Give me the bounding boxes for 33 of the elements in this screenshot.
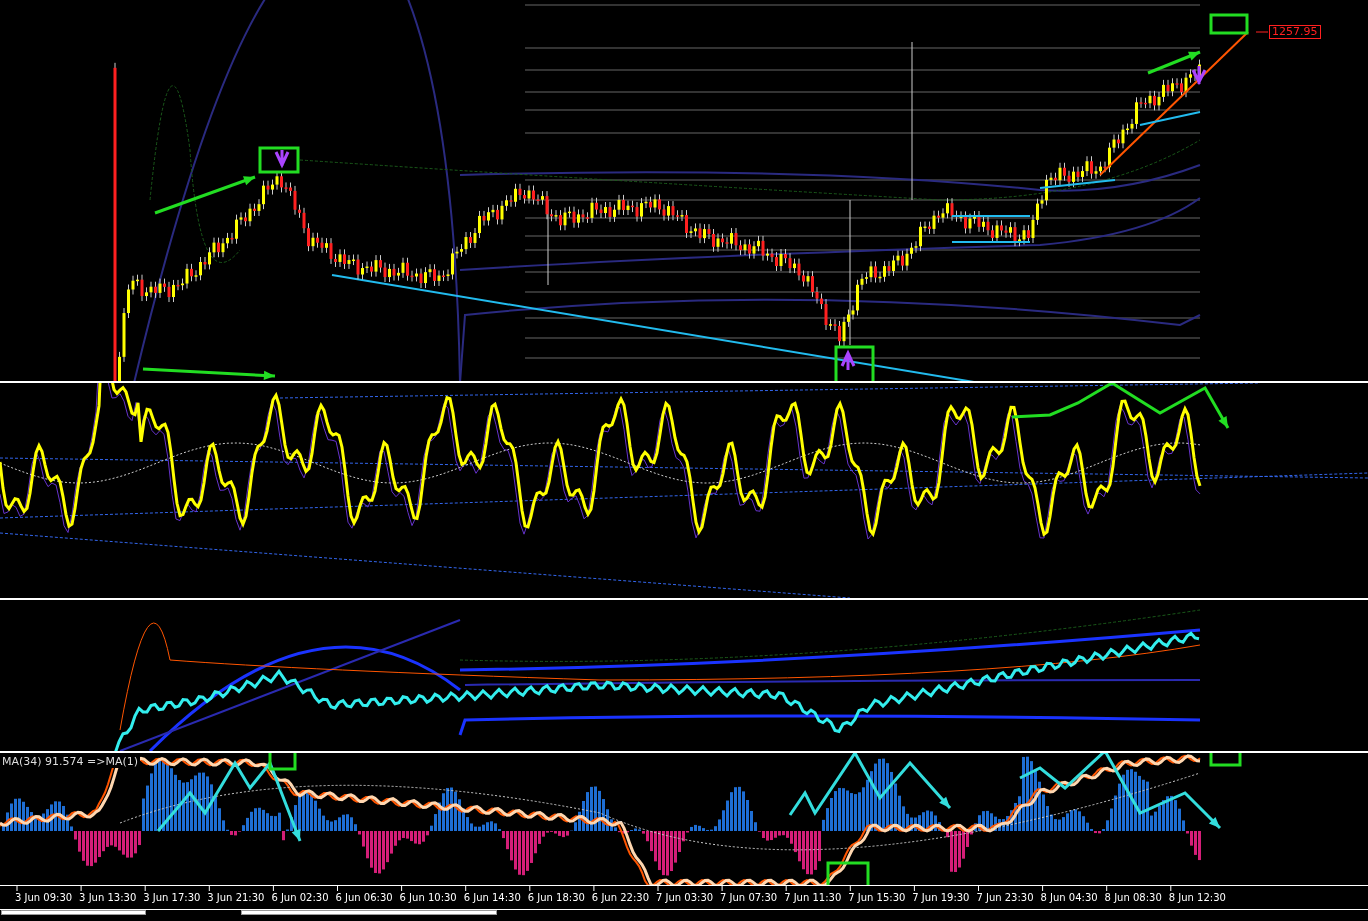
time-label: 7 Jun 19:30 xyxy=(912,892,970,903)
time-label: 6 Jun 10:30 xyxy=(399,892,457,903)
time-label: 3 Jun 17:30 xyxy=(143,892,201,903)
time-label: 7 Jun 07:30 xyxy=(720,892,778,903)
time-label: 7 Jun 15:30 xyxy=(848,892,906,903)
highlight-box xyxy=(258,146,300,174)
price-label: 1257.95 xyxy=(1269,25,1321,39)
highlight-box xyxy=(1209,753,1242,767)
time-label: 7 Jun 03:30 xyxy=(655,892,714,903)
highlight-box xyxy=(834,345,875,381)
up-arrow-icon xyxy=(840,349,856,372)
time-label: 6 Jun 02:30 xyxy=(271,892,329,903)
time-label: 7 Jun 11:30 xyxy=(784,892,842,903)
time-label: 6 Jun 18:30 xyxy=(527,892,585,903)
time-label: 3 Jun 21:30 xyxy=(207,892,265,903)
highlight-box xyxy=(1209,13,1249,35)
tab[interactable] xyxy=(241,910,497,915)
tab[interactable] xyxy=(1,910,146,915)
time-label: 3 Jun 13:30 xyxy=(79,892,137,903)
time-label: 6 Jun 14:30 xyxy=(463,892,521,903)
indicator-label: MA(34) 91.574 =>MA(1) xyxy=(2,755,141,768)
time-label: 8 Jun 08:30 xyxy=(1104,892,1162,903)
down-arrow-icon xyxy=(274,148,290,169)
highlight-box xyxy=(826,861,870,885)
trend-arrow xyxy=(1147,50,1201,75)
time-label: 6 Jun 06:30 xyxy=(335,892,393,903)
highlight-box xyxy=(268,753,297,771)
time-label: 8 Jun 04:30 xyxy=(1040,892,1098,903)
time-label: 3 Jun 09:30 xyxy=(15,892,73,903)
down-arrow-icon xyxy=(1191,64,1207,86)
time-label: 8 Jun 12:30 xyxy=(1168,892,1226,903)
time-label: 7 Jun 23:30 xyxy=(976,892,1034,903)
time-label: 6 Jun 22:30 xyxy=(591,892,649,903)
